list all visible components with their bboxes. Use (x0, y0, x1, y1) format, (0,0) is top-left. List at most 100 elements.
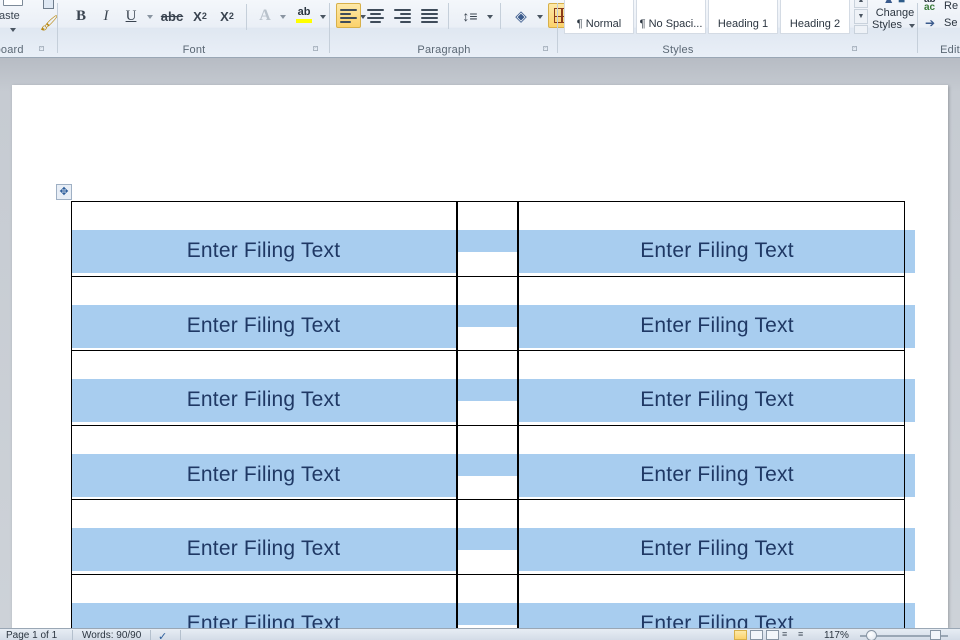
table-cell-left[interactable]: Enter Filing Text (71, 380, 456, 420)
view-button-draft[interactable]: ≡ (798, 630, 811, 640)
change-styles-label-line2[interactable]: Styles (866, 19, 908, 31)
style-name: Heading 1 (717, 18, 769, 30)
cursor-arrow-icon[interactable]: ➔ (925, 16, 935, 30)
status-separator (72, 630, 73, 640)
line-spacing-button[interactable]: ↕≡ (456, 3, 484, 28)
italic-button[interactable]: I (95, 5, 117, 27)
highlight-dropdown-arrow[interactable] (320, 15, 326, 19)
shading-dropdown-arrow[interactable] (537, 15, 543, 19)
style-item-heading-2[interactable]: AaBbCc Heading 2 (780, 0, 850, 34)
change-styles-icon[interactable]: ▲ ■ (876, 0, 912, 6)
table-cell-left[interactable]: Enter Filing Text (71, 306, 456, 346)
status-separator (180, 630, 181, 640)
align-justify-button[interactable] (417, 3, 442, 28)
paste-label: aste (0, 10, 20, 22)
copy-icon[interactable] (38, 0, 58, 10)
zoom-slider-knob[interactable] (866, 630, 877, 640)
strikethrough-button[interactable]: abc (159, 5, 185, 27)
shading-button[interactable]: ◈ (508, 3, 534, 28)
font-inner-separator (246, 4, 247, 30)
ribbon-group-label-font: Font (182, 44, 206, 56)
change-styles-dropdown-arrow[interactable] (909, 24, 915, 28)
styles-gallery-scroll-up[interactable]: ▲ (854, 0, 868, 8)
table-row[interactable]: Enter Filing Text Enter Filing Text (71, 499, 915, 574)
table-cell-middle[interactable] (458, 529, 517, 569)
table-cell-middle[interactable] (458, 306, 517, 346)
style-item-heading-1[interactable]: AaBbC Heading 1 (708, 0, 778, 34)
table-cell-right[interactable]: Enter Filing Text (519, 306, 915, 346)
paste-dropdown-arrow[interactable] (10, 28, 16, 32)
paste-button[interactable] (0, 0, 28, 10)
status-separator (150, 630, 151, 640)
zoom-in-button[interactable] (930, 630, 941, 640)
superscript-button[interactable]: X2 (215, 5, 239, 27)
status-bar: Page 1 of 1 Words: 90/90 ✓ ≡ ≡ 117% (0, 628, 960, 640)
status-word-count[interactable]: Words: 90/90 (82, 630, 141, 640)
view-button-print-layout[interactable] (734, 630, 747, 640)
clipboard-dialog-launcher[interactable]: ⌑ (36, 44, 47, 55)
select-label[interactable]: Se (944, 17, 957, 29)
change-styles-label-line1[interactable]: Change (874, 7, 916, 19)
table-row[interactable]: Enter Filing Text Enter Filing Text (71, 275, 915, 350)
ribbon-group-clipboard: aste 🖌 pboard ⌑ (0, 0, 59, 57)
group-separator (57, 3, 58, 53)
table-cell-right[interactable]: Enter Filing Text (519, 455, 915, 495)
text-effects-dropdown-arrow[interactable] (280, 15, 286, 19)
table-row[interactable]: Enter Filing Text Enter Filing Text (71, 573, 915, 629)
ribbon-group-styles: AaBbCcDc ¶ Normal AaBbCcDc ¶ No Spaci...… (560, 0, 916, 57)
replace-icon[interactable]: ab ac (924, 0, 936, 13)
table-cell-middle[interactable] (458, 604, 517, 629)
subscript-button[interactable]: X2 (188, 5, 212, 27)
font-dialog-launcher[interactable]: ⌑ (310, 44, 321, 55)
group-separator (917, 3, 918, 53)
style-name: Heading 2 (789, 18, 841, 30)
table-cell-right[interactable]: Enter Filing Text (519, 604, 915, 629)
zoom-level-label[interactable]: 117% (824, 630, 849, 640)
table-cell-right[interactable]: Enter Filing Text (519, 231, 915, 271)
highlight-color-button[interactable]: ab (292, 2, 316, 28)
style-item-no-spacing[interactable]: AaBbCcDc ¶ No Spaci... (636, 0, 706, 34)
view-button-outline[interactable]: ≡ (782, 630, 795, 640)
view-button-web-layout[interactable] (766, 630, 779, 640)
group-separator (329, 3, 330, 53)
styles-dialog-launcher[interactable]: ⌑ (849, 44, 860, 55)
bold-button[interactable]: B (70, 5, 92, 27)
table-cell-left[interactable]: Enter Filing Text (71, 529, 456, 569)
ribbon-group-label-editing: Edit (940, 44, 960, 56)
align-right-button[interactable] (390, 3, 415, 28)
table-cell-left[interactable]: Enter Filing Text (71, 231, 456, 271)
table-cell-middle[interactable] (458, 455, 517, 495)
align-left-button[interactable] (336, 3, 361, 28)
status-page-info[interactable]: Page 1 of 1 (6, 630, 57, 640)
table-row[interactable]: Enter Filing Text Enter Filing Text (71, 201, 915, 276)
table-cell-middle[interactable] (458, 380, 517, 420)
word-application-window: aste 🖌 pboard ⌑ B I U abc X2 X2 (0, 0, 960, 640)
table-cell-left[interactable]: Enter Filing Text (71, 455, 456, 495)
table-row[interactable]: Enter Filing Text Enter Filing Text (71, 350, 915, 425)
align-center-button[interactable] (363, 3, 388, 28)
proofing-check-icon[interactable]: ✓ (158, 630, 167, 640)
style-name: ¶ Normal (576, 18, 622, 30)
filing-label-table[interactable]: Enter Filing Text Enter Filing Text Enter … (71, 201, 915, 629)
replace-label[interactable]: Re (944, 0, 958, 12)
underline-button[interactable]: U (120, 5, 142, 27)
style-name: ¶ No Spaci... (639, 18, 703, 30)
text-effects-button[interactable]: A (254, 5, 276, 27)
ribbon: aste 🖌 pboard ⌑ B I U abc X2 X2 (0, 0, 960, 58)
view-button-full-screen[interactable] (750, 630, 763, 640)
ribbon-group-label-clipboard: pboard (0, 44, 24, 56)
style-item-normal[interactable]: AaBbCcDc ¶ Normal (564, 0, 634, 34)
ribbon-group-font: B I U abc X2 X2 A ab A (60, 0, 366, 57)
table-cell-right[interactable]: Enter Filing Text (519, 529, 915, 569)
line-spacing-dropdown-arrow[interactable] (487, 15, 493, 19)
table-row[interactable]: Enter Filing Text Enter Filing Text (71, 424, 915, 499)
table-move-handle-icon[interactable]: ✥ (56, 184, 72, 200)
paragraph-inner-separator-2 (500, 3, 501, 29)
table-cell-left[interactable]: Enter Filing Text (71, 604, 456, 629)
underline-dropdown-arrow[interactable] (147, 15, 153, 19)
table-cell-middle[interactable] (458, 231, 517, 271)
document-content-clip: ✥ Enter Filing Text Enter Filing Text Ente… (0, 58, 960, 628)
ribbon-group-editing: ab ac Re ➔ Se Edit (920, 0, 960, 57)
table-cell-right[interactable]: Enter Filing Text (519, 380, 915, 420)
paragraph-inner-separator (448, 3, 449, 29)
